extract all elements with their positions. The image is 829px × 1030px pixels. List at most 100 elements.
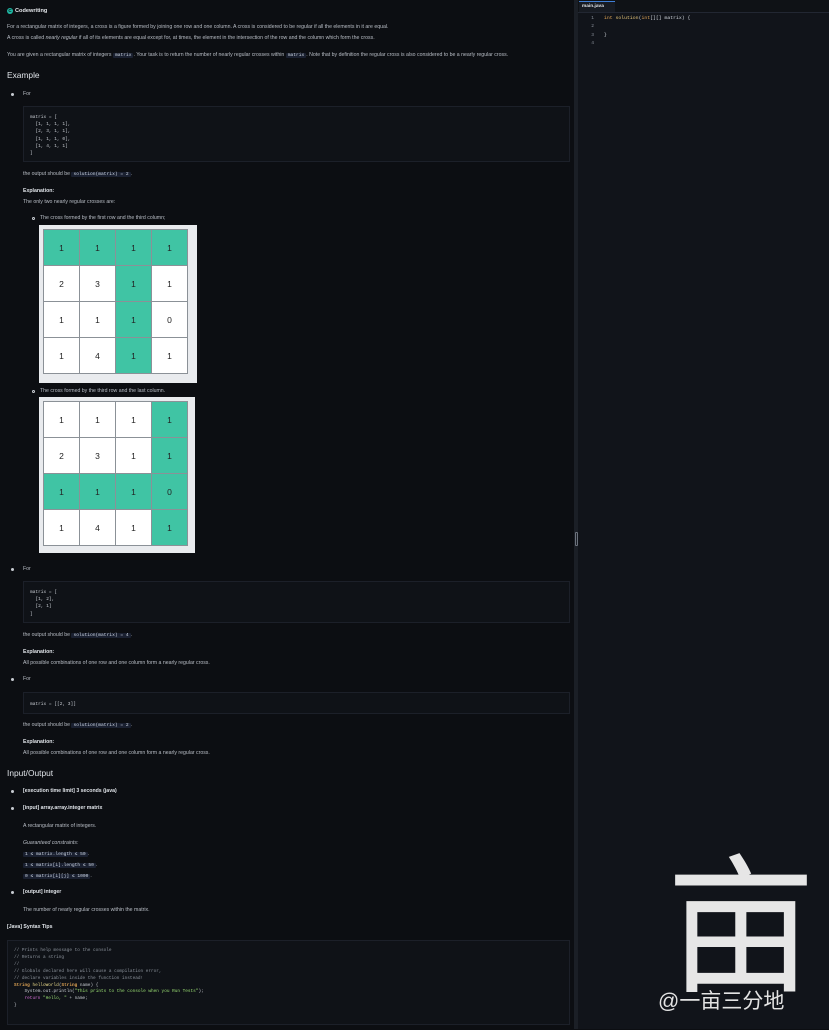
cross-2-grid-cell: 0 xyxy=(151,473,188,510)
output-description: The number of nearly regular crosses wit… xyxy=(23,907,150,913)
example-2-code: matrix = [ [1, 2], [2, 1] ] xyxy=(30,590,58,617)
output-spec: [output] integer xyxy=(23,889,61,895)
cross-2-grid-cell: 1 xyxy=(115,473,152,510)
for-label: For xyxy=(23,566,31,572)
input-description: A rectangular matrix of integers. xyxy=(23,823,97,829)
line3-text-b: . Your task is to return the number of n… xyxy=(133,52,286,58)
cross-1-grid-cell: 1 xyxy=(43,337,80,374)
cross-1-grid-cell: 1 xyxy=(115,301,152,338)
code-text: System.out.println( xyxy=(14,989,75,995)
line-number: 3 xyxy=(591,32,594,38)
code-type: int xyxy=(641,16,651,21)
line-number: 4 xyxy=(591,41,594,47)
watermark-text: @一亩三分地 xyxy=(658,990,785,1013)
output-spec-text: [output] integer xyxy=(23,889,62,895)
output-text: the output should be xyxy=(23,171,72,177)
constraint-3: 0 ≤ matrix[i][j] ≤ 1000. xyxy=(23,873,92,879)
cross-2-grid-cell: 4 xyxy=(79,509,116,546)
cross-2-grid-row: 1110 xyxy=(43,473,188,510)
cross-1-grid-cell: 1 xyxy=(151,265,188,302)
input-spec: [input] array.array.integer matrix xyxy=(23,805,102,811)
example-3-code: matrix = [[2, 3]] xyxy=(30,702,76,707)
cross-1-grid-row: 1411 xyxy=(43,337,188,374)
tab-main-java[interactable]: main.java xyxy=(579,1,615,12)
line2-text-a: A cross is called xyxy=(7,35,46,41)
cross-1-grid-cell: 3 xyxy=(79,265,116,302)
code-text: ); xyxy=(198,989,204,995)
nearly-regular-term: nearly regular xyxy=(45,35,78,41)
cross-2-grid: 1111231111101411 xyxy=(43,401,188,546)
cross-1-grid-cell: 1 xyxy=(115,337,152,374)
cross-2-grid-cell: 1 xyxy=(43,509,80,546)
cross-1-grid-row: 1110 xyxy=(43,301,188,338)
code-type: String xyxy=(14,982,30,988)
cross-1-caption: The cross formed by the first row and th… xyxy=(40,215,166,221)
line3-text-c: . Note that by definition the regular cr… xyxy=(306,52,509,58)
cross-2-grid-row: 1111 xyxy=(43,401,188,438)
code-function-name: helloWorld xyxy=(32,982,59,988)
list-bullet xyxy=(11,678,14,681)
cross-2-grid-cell: 1 xyxy=(115,437,152,474)
description-panel: C Codewriting For a rectangular matrix o… xyxy=(0,0,574,1029)
constraints-label-text: Guaranteed constraints: xyxy=(23,840,79,846)
code-text: name) { xyxy=(77,982,99,988)
output-period: . xyxy=(130,632,133,638)
output-period: . xyxy=(130,722,133,728)
output-text: the output should be xyxy=(23,632,72,638)
code-comment: // xyxy=(14,961,20,967)
cross-2-grid-row: 2311 xyxy=(43,437,188,474)
cross-2-grid-cell: 1 xyxy=(43,473,80,510)
cross-1-grid-cell: 1 xyxy=(151,337,188,374)
list-bullet xyxy=(11,891,14,894)
code-comment: // Globals declared here will cause a co… xyxy=(14,968,162,974)
inline-code-matrix: matrix xyxy=(285,53,307,58)
explanation-label: Explanation: xyxy=(23,188,55,194)
time-limit-text: [execution time limit] 3 seconds (java) xyxy=(23,788,117,794)
sub-bullet xyxy=(32,216,36,220)
code-text: [][] matrix) { xyxy=(650,16,691,21)
constraint-code: 1 ≤ matrix[i].length ≤ 50 xyxy=(23,863,96,868)
example-heading: Example xyxy=(7,70,40,80)
line3-text-a: You are given a rectangular matrix of in… xyxy=(7,52,113,58)
code-text: } xyxy=(604,32,607,38)
description-line-3: You are given a rectangular matrix of in… xyxy=(7,52,508,58)
output-code: solution(matrix) = 4 xyxy=(71,633,131,638)
task-type-label: Codewriting xyxy=(15,8,48,14)
sub-bullet xyxy=(32,389,36,393)
list-bullet xyxy=(11,807,14,810)
example-1-code-block: matrix = [ [1, 1, 1, 1], [2, 3, 1, 1], [… xyxy=(23,106,570,162)
cross-2-figure: 1111231111101411 xyxy=(39,397,195,553)
cross-2-caption: The cross formed by the third row and th… xyxy=(40,388,166,394)
example-2-code-block: matrix = [ [1, 2], [2, 1] ] xyxy=(23,581,570,623)
line-number: 1 xyxy=(591,16,594,21)
cross-1-grid-cell: 0 xyxy=(151,301,188,338)
code-type: String xyxy=(61,982,78,988)
constraint-1: 1 ≤ matrix.length ≤ 50. xyxy=(23,851,90,857)
code-comment: // Returns a string xyxy=(14,954,65,960)
list-bullet xyxy=(11,93,14,96)
cross-1-grid-cell: 1 xyxy=(115,229,152,266)
cross-1-grid-cell: 1 xyxy=(79,229,116,266)
example-1-code: matrix = [ [1, 1, 1, 1], [2, 3, 1, 1], [… xyxy=(30,115,71,157)
example-1-output: the output should be solution(matrix) = … xyxy=(23,171,132,177)
cross-2-grid-cell: 1 xyxy=(115,509,152,546)
syntax-tips-code-block: // Prints help message to the console //… xyxy=(7,940,570,1025)
output-code: solution(matrix) = 2 xyxy=(71,723,131,728)
cross-1-grid-cell: 1 xyxy=(151,229,188,266)
cross-1-grid-row: 1111 xyxy=(43,229,188,266)
example-2-explanation: All possible combinations of one row and… xyxy=(23,660,210,666)
constraints-label: Guaranteed constraints: xyxy=(23,840,78,846)
line2-text-b: if all of its elements are equal except … xyxy=(77,35,375,41)
code-editor-text-area[interactable]: int solution(int[][] matrix) { } xyxy=(604,15,690,40)
explanation-label: Explanation: xyxy=(23,649,55,655)
description-line-2: A cross is called nearly regular if all … xyxy=(7,35,375,41)
cross-2-grid-cell: 1 xyxy=(151,401,188,438)
cross-2-grid-cell: 3 xyxy=(79,437,116,474)
output-text: the output should be xyxy=(23,722,72,728)
cross-1-grid-cell: 2 xyxy=(43,265,80,302)
example-2-output: the output should be solution(matrix) = … xyxy=(23,632,132,638)
line-number: 2 xyxy=(591,24,594,30)
code-string: "This prints to the console when you Run… xyxy=(74,989,199,995)
list-bullet xyxy=(11,568,14,571)
cross-1-grid-cell: 1 xyxy=(43,229,80,266)
